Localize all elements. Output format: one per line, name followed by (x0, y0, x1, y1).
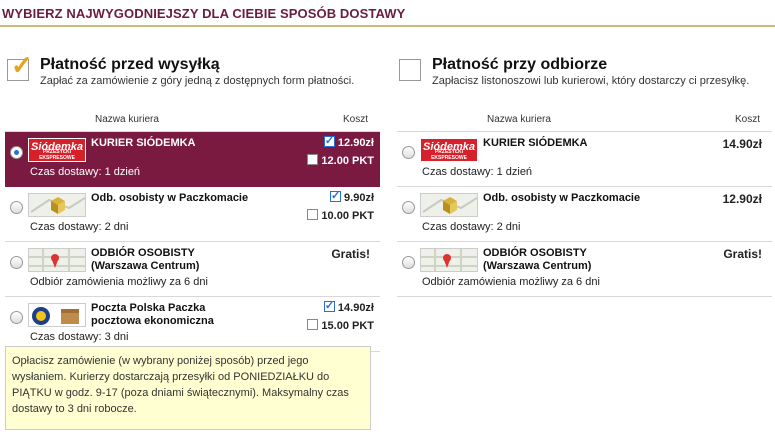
poczta-polska-logo (28, 303, 86, 327)
option-radio[interactable] (10, 311, 23, 324)
price-money-checkbox[interactable] (323, 134, 335, 147)
section-header: WYBIERZ NAJWYGODNIEJSZY DLA CIEBIE SPOSÓ… (0, 0, 775, 27)
map-pin-icon (421, 249, 477, 271)
price-money: 14.90zł (337, 302, 374, 314)
price-money-checkbox[interactable] (330, 189, 342, 202)
price-points: 12.00 PKT (321, 155, 374, 167)
cod-checkbox[interactable] (399, 59, 421, 81)
prepayment-header[interactable]: ✓ Płatność przed wysyłką Zapłać za zamów… (5, 50, 380, 100)
shipping-option-personal-pickup[interactable]: ODBIÓR OSOBISTY (Warszawa Centrum) Odbiór… (5, 242, 380, 297)
option-radio[interactable] (10, 201, 23, 214)
price-points-checkbox[interactable] (307, 319, 319, 330)
price: 14.90zł (722, 137, 762, 151)
option-name: KURIER SIÓDEMKA (483, 137, 588, 149)
option-name: Poczta Polska Paczka pocztowa ekonomiczna (91, 302, 214, 327)
table-header: Nazwa kuriera Koszt (397, 110, 772, 132)
price: 12.90zł (722, 192, 762, 206)
price-money: 9.90zł (344, 192, 374, 204)
siodemka-logo: Siódemka PRZESYŁKI EKSPRESOWE (420, 138, 478, 162)
option-radio[interactable] (10, 146, 23, 159)
price-points-checkbox[interactable] (307, 154, 319, 165)
cod-title: Płatność przy odbiorze (432, 56, 608, 73)
prepayment-column: ✓ Płatność przed wysyłką Zapłać za zamów… (5, 50, 380, 352)
prepayment-info-note: Opłacisz zamówienie (w wybrany poniżej s… (5, 346, 371, 430)
prepayment-description: Zapłać za zamówienie z góry jedną z dost… (40, 75, 355, 87)
shipping-option-siodemka[interactable]: Siódemka PRZESYŁKI EKSPRESOWE KURIER SIÓD… (5, 132, 380, 187)
prepayment-checkbox[interactable]: ✓ (7, 52, 33, 81)
price-points-checkbox[interactable] (307, 209, 319, 220)
option-radio[interactable] (402, 201, 415, 214)
price-money: 12.90zł (337, 137, 374, 149)
delivery-time: Czas dostawy: 2 dni (30, 221, 129, 233)
option-name: ODBIÓR OSOBISTY (Warszawa Centrum) (91, 247, 200, 272)
paczkomat-logo (28, 193, 86, 217)
pickup-info: Odbiór zamówienia możliwy za 6 dni (422, 276, 600, 288)
shipping-option-paczkomat[interactable]: Odb. osobisty w Paczkomacie Czas dostawy… (397, 187, 772, 242)
map-pin-logo (28, 248, 86, 272)
table-header: Nazwa kuriera Koszt (5, 110, 380, 132)
price-points: 15.00 PKT (321, 320, 374, 332)
pickup-info: Odbiór zamówienia możliwy za 6 dni (30, 276, 208, 288)
option-name: Odb. osobisty w Paczkomacie (91, 192, 249, 204)
paczkomat-logo (420, 193, 478, 217)
option-radio[interactable] (402, 256, 415, 269)
shipping-option-personal-pickup[interactable]: ODBIÓR OSOBISTY (Warszawa Centrum) Odbiór… (397, 242, 772, 297)
shipping-option-siodemka[interactable]: Siódemka PRZESYŁKI EKSPRESOWE KURIER SIÓD… (397, 132, 772, 187)
price-options: 9.90zł 10.00 PKT (307, 189, 374, 227)
delivery-time: Czas dostawy: 1 dzień (30, 166, 141, 178)
option-name: ODBIÓR OSOBISTY (Warszawa Centrum) (483, 247, 592, 272)
shipping-option-poczta-polska[interactable]: Poczta Polska Paczka pocztowa ekonomiczna… (5, 297, 380, 352)
price-options: 12.90zł 12.00 PKT (307, 134, 374, 172)
map-icon (421, 194, 477, 216)
siodemka-logo: Siódemka PRZESYŁKI EKSPRESOWE (28, 138, 86, 162)
section-title: WYBIERZ NAJWYGODNIEJSZY DLA CIEBIE SPOSÓ… (2, 6, 406, 21)
checkmark-icon: ✓ (11, 50, 33, 80)
prepayment-title: Płatność przed wysyłką (40, 56, 220, 73)
column-courier-name: Nazwa kuriera (487, 114, 551, 125)
price-money-checkbox[interactable] (323, 299, 335, 312)
price-points: 10.00 PKT (321, 210, 374, 222)
option-name: KURIER SIÓDEMKA (91, 137, 196, 149)
delivery-time: Czas dostawy: 1 dzień (422, 166, 533, 178)
price-free: Gratis! (331, 247, 370, 261)
delivery-time: Czas dostawy: 2 dni (422, 221, 521, 233)
price-free: Gratis! (723, 247, 762, 261)
column-cost: Koszt (342, 114, 368, 125)
column-cost: Koszt (734, 114, 760, 125)
cod-header[interactable]: Płatność przy odbiorze Zapłacisz listono… (397, 50, 772, 100)
price-options: 14.90zł 15.00 PKT (307, 299, 374, 337)
option-radio[interactable] (402, 146, 415, 159)
option-name: Odb. osobisty w Paczkomacie (483, 192, 641, 204)
cod-description: Zapłacisz listonoszowi lub kurierowi, kt… (432, 75, 750, 87)
column-courier-name: Nazwa kuriera (95, 114, 159, 125)
map-icon (29, 194, 85, 216)
map-pin-icon (29, 249, 85, 271)
delivery-time: Czas dostawy: 3 dni (30, 331, 129, 343)
option-radio[interactable] (10, 256, 23, 269)
shipping-option-paczkomat[interactable]: Odb. osobisty w Paczkomacie Czas dostawy… (5, 187, 380, 242)
map-pin-logo (420, 248, 478, 272)
cod-column: Płatność przy odbiorze Zapłacisz listono… (397, 50, 772, 297)
post-horn-icon (29, 304, 85, 326)
